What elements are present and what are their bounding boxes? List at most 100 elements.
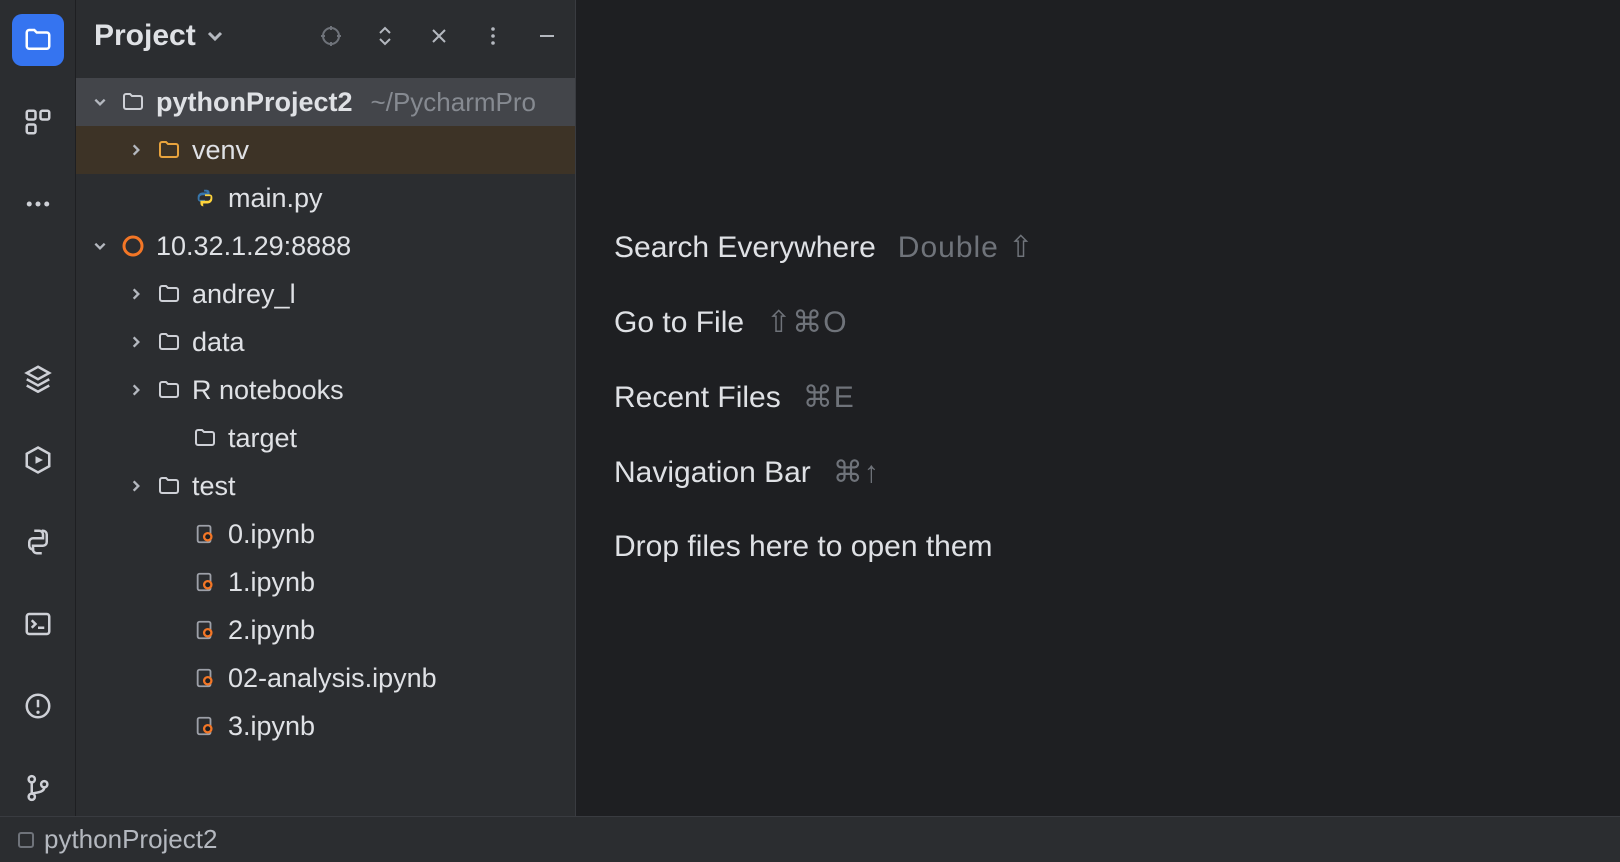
tree-item-nb2[interactable]: 2.ipynb xyxy=(76,606,575,654)
tree-item-nb0[interactable]: 0.ipynb xyxy=(76,510,575,558)
tree-item-target[interactable]: target xyxy=(76,414,575,462)
terminal-icon xyxy=(23,609,53,639)
hint-shortcut: ⌘E xyxy=(803,380,855,415)
layers-tool-button[interactable] xyxy=(12,352,64,404)
notebook-icon xyxy=(192,665,218,691)
folder-icon xyxy=(156,377,182,403)
expand-collapse-button[interactable] xyxy=(373,24,397,48)
status-project-name[interactable]: pythonProject2 xyxy=(44,824,217,855)
project-tool-button[interactable] xyxy=(12,14,64,66)
left-toolbar xyxy=(0,0,76,816)
hint-shortcut: Double ⇧ xyxy=(898,230,1035,265)
kebab-icon xyxy=(481,24,505,48)
chevron-right-icon xyxy=(126,383,146,397)
hint-label: Navigation Bar xyxy=(614,456,811,490)
layers-icon xyxy=(23,363,53,393)
chevron-down-icon xyxy=(90,95,110,109)
jupyter-server-icon xyxy=(120,233,146,259)
hint-label: Go to File xyxy=(614,306,744,340)
tree-item-venv[interactable]: venv xyxy=(76,126,575,174)
tree-label: venv xyxy=(192,135,249,166)
hint-label: Drop files here to open them xyxy=(614,530,993,564)
hint-recent-files[interactable]: Recent Files ⌘E xyxy=(614,380,1034,415)
tree-item-data[interactable]: data xyxy=(76,318,575,366)
python-icon xyxy=(23,527,53,557)
hint-label: Recent Files xyxy=(614,381,781,415)
notebook-icon xyxy=(192,617,218,643)
tree-label: target xyxy=(228,423,297,454)
git-tool-button[interactable] xyxy=(12,762,64,814)
ellipsis-icon xyxy=(23,189,53,219)
play-hex-icon xyxy=(23,445,53,475)
panel-options-button[interactable] xyxy=(481,24,505,48)
status-bar: pythonProject2 xyxy=(0,816,1620,862)
close-icon xyxy=(427,24,451,48)
warning-circle-icon xyxy=(23,691,53,721)
panel-title-dropdown[interactable]: Project xyxy=(94,19,224,53)
folder-icon xyxy=(23,25,53,55)
tree-item-andrey[interactable]: andrey_l xyxy=(76,270,575,318)
tree-label: data xyxy=(192,327,245,358)
tree-label: 2.ipynb xyxy=(228,615,315,646)
minimize-panel-button[interactable] xyxy=(535,24,559,48)
module-indicator-icon xyxy=(18,832,34,848)
folder-icon xyxy=(156,329,182,355)
minimize-icon xyxy=(535,24,559,48)
folder-icon xyxy=(156,137,182,163)
tree-label: test xyxy=(192,471,236,502)
tree-label: 3.ipynb xyxy=(228,711,315,742)
notebook-icon xyxy=(192,521,218,547)
git-branch-icon xyxy=(23,773,53,803)
terminal-tool-button[interactable] xyxy=(12,598,64,650)
panel-header: Project xyxy=(76,0,575,72)
project-panel: Project xyxy=(76,0,576,816)
python-file-icon xyxy=(192,185,218,211)
tree-label: 02-analysis.ipynb xyxy=(228,663,437,694)
hint-navigation-bar[interactable]: Navigation Bar ⌘↑ xyxy=(614,455,1034,490)
hint-shortcut: ⌘↑ xyxy=(833,455,880,490)
python-console-tool-button[interactable] xyxy=(12,516,64,568)
select-opened-file-button[interactable] xyxy=(319,24,343,48)
tree-item-test[interactable]: test xyxy=(76,462,575,510)
project-tree: pythonProject2 ~/PycharmPro venv main.py… xyxy=(76,72,575,816)
more-tool-button[interactable] xyxy=(12,178,64,230)
chevron-down-icon xyxy=(206,27,224,45)
tree-label: main.py xyxy=(228,183,323,214)
hint-label: Search Everywhere xyxy=(614,231,876,265)
tree-label: andrey_l xyxy=(192,279,296,310)
grid-icon xyxy=(23,107,53,137)
tree-item-server[interactable]: 10.32.1.29:8888 xyxy=(76,222,575,270)
tree-path: ~/PycharmPro xyxy=(371,87,536,118)
target-icon xyxy=(319,24,343,48)
expand-icon xyxy=(373,24,397,48)
panel-title-label: Project xyxy=(94,19,196,53)
notebook-icon xyxy=(192,713,218,739)
folder-icon xyxy=(156,281,182,307)
close-panel-button[interactable] xyxy=(427,24,451,48)
services-tool-button[interactable] xyxy=(12,434,64,486)
hint-go-to-file[interactable]: Go to File ⇧⌘O xyxy=(614,305,1034,340)
hint-drop-files: Drop files here to open them xyxy=(614,530,1034,564)
tree-label: pythonProject2 xyxy=(156,87,353,118)
hint-search-everywhere[interactable]: Search Everywhere Double ⇧ xyxy=(614,230,1034,265)
chevron-right-icon xyxy=(126,335,146,349)
chevron-right-icon xyxy=(126,143,146,157)
tree-item-nb3[interactable]: 3.ipynb xyxy=(76,702,575,750)
folder-icon xyxy=(156,473,182,499)
problems-tool-button[interactable] xyxy=(12,680,64,732)
chevron-right-icon xyxy=(126,287,146,301)
chevron-right-icon xyxy=(126,479,146,493)
tree-item-rnotebooks[interactable]: R notebooks xyxy=(76,366,575,414)
tree-item-nb02[interactable]: 02-analysis.ipynb xyxy=(76,654,575,702)
tree-label: 0.ipynb xyxy=(228,519,315,550)
hint-shortcut: ⇧⌘O xyxy=(766,305,847,340)
chevron-down-icon xyxy=(90,239,110,253)
folder-icon xyxy=(120,89,146,115)
tree-label: 1.ipynb xyxy=(228,567,315,598)
tree-item-nb1[interactable]: 1.ipynb xyxy=(76,558,575,606)
tree-item-main[interactable]: main.py xyxy=(76,174,575,222)
structure-tool-button[interactable] xyxy=(12,96,64,148)
tree-root-project[interactable]: pythonProject2 ~/PycharmPro xyxy=(76,78,575,126)
tree-label: 10.32.1.29:8888 xyxy=(156,231,351,262)
editor-empty-state[interactable]: Search Everywhere Double ⇧ Go to File ⇧⌘… xyxy=(576,0,1620,816)
